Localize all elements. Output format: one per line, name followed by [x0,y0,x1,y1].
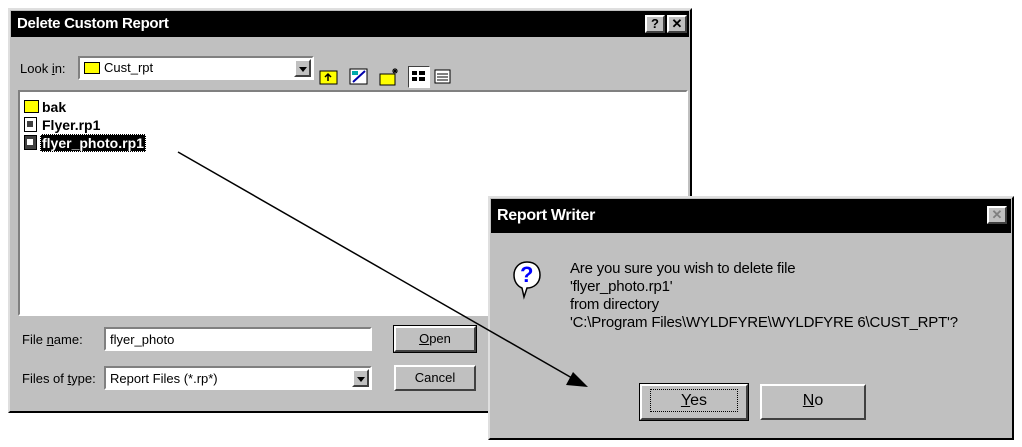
dialog-title: Report Writer [497,207,596,224]
list-item[interactable]: bak [20,98,220,116]
title-bar[interactable]: Report Writer ✕ [491,199,1011,233]
look-in-value: Cust_rpt [104,60,154,75]
files-of-type-value: Report Files (*.rp*) [110,371,218,386]
list-item-label: Flyer.rp1 [42,117,101,133]
up-one-level-button[interactable] [318,66,340,88]
open-mnemonic: O [419,331,430,346]
desktop-icon [349,68,368,85]
no-mnemonic: N [802,392,815,409]
question-icon: ? [512,260,542,300]
no-label: o [814,392,824,409]
message-line: 'C:\Program Files\WYLDFYRE\WYLDFYRE 6\CU… [570,314,958,331]
list-item-label: bak [42,99,67,115]
files-of-type-label: Files of type: [22,371,96,386]
close-button[interactable]: ✕ [987,206,1007,224]
title-bar[interactable]: Delete Custom Report ? ✕ [11,11,689,37]
open-button[interactable]: Open [393,325,477,353]
desktop-button[interactable] [348,66,370,88]
list-view-icon [412,71,425,81]
folder-icon [24,100,39,113]
look-in-dropdown-button[interactable] [294,59,311,77]
cancel-button[interactable]: Cancel [394,365,476,391]
files-of-type-combobox[interactable]: Report Files (*.rp*) [104,366,372,390]
yes-mnemonic: Y [680,392,691,409]
open-label: pen [429,331,451,346]
list-item-label: flyer_photo.rp1 [40,134,146,152]
report-file-icon [24,117,37,132]
message-line: Are you sure you wish to delete file [570,260,796,277]
look-in-combobox[interactable]: Cust_rpt [78,56,314,80]
list-item-selected[interactable]: flyer_photo.rp1 [20,134,220,152]
message-line: 'flyer_photo.rp1' [570,278,673,295]
details-view-button[interactable] [432,66,454,88]
up-folder-icon [319,70,338,85]
no-button[interactable]: No [760,384,866,420]
message-text: Are you sure you wish to delete file 'fl… [570,260,958,332]
message-line: from directory [570,296,659,313]
folder-icon [84,62,100,74]
dialog-title: Delete Custom Report [17,15,169,32]
list-item[interactable]: Flyer.rp1 [20,116,220,134]
new-folder-button[interactable] [378,66,400,88]
yes-button[interactable]: Yes [639,383,749,421]
close-button[interactable]: ✕ [667,15,687,33]
list-view-button[interactable] [408,66,430,88]
file-name-label: File name: [22,332,83,347]
file-name-input[interactable]: flyer_photo [104,327,372,351]
file-name-value: flyer_photo [110,332,175,347]
help-button[interactable]: ? [645,15,665,33]
look-in-label: Look in: [20,61,66,76]
yes-label: es [690,392,708,409]
question-glyph: ? [520,262,534,287]
details-view-icon [434,69,451,84]
report-writer-dialog: Report Writer ✕ ? Are you sure you wish … [488,196,1014,440]
files-of-type-dropdown-button[interactable] [352,369,369,387]
new-folder-icon [379,68,398,86]
report-file-icon [24,135,37,150]
